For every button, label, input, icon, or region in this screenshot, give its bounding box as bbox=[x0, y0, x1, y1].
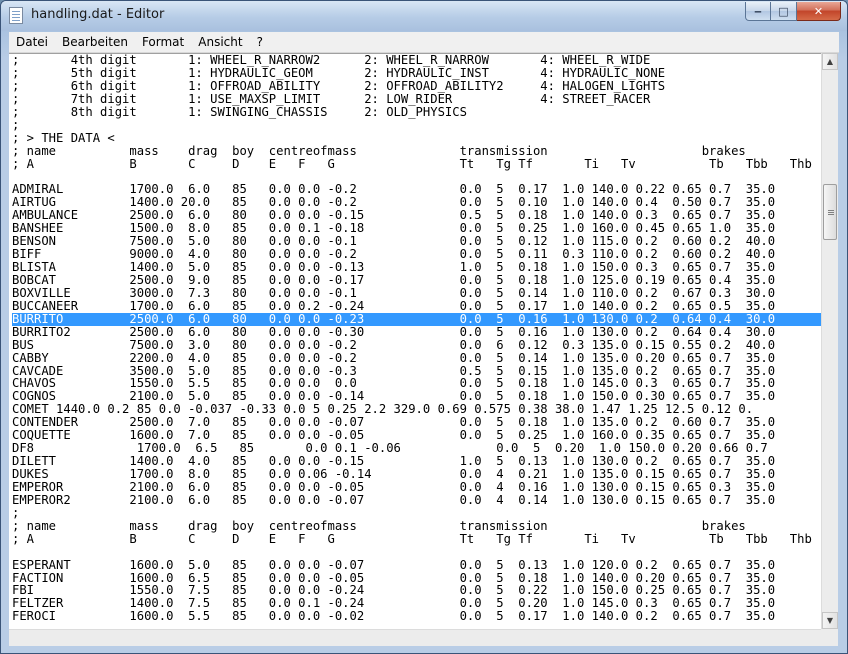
menu-ansicht[interactable]: Ansicht bbox=[191, 35, 249, 49]
text-line[interactable]: ; bbox=[12, 506, 821, 520]
text-line[interactable]: ; 6th digit 1: OFFROAD_ABILITY 2: OFFROA… bbox=[12, 79, 821, 93]
notepad-icon[interactable] bbox=[9, 7, 23, 24]
text-line[interactable]: CABBY 2200.0 4.0 85 0.0 0.0 -0.2 0.0 5 0… bbox=[12, 351, 821, 365]
scrollbar-corner bbox=[821, 629, 838, 646]
text-line[interactable] bbox=[12, 546, 821, 559]
maximize-icon: □ bbox=[778, 4, 789, 18]
text-line[interactable]: ESPERANT 1600.0 5.0 85 0.0 0.0 -0.07 0.0… bbox=[12, 558, 821, 572]
text-line[interactable]: ; name mass drag boy centreofmass transm… bbox=[12, 519, 821, 533]
menu-bearbeiten[interactable]: Bearbeiten bbox=[55, 35, 135, 49]
editor-window: handling.dat - Editor ‒ □ ✕ Datei Bearbe… bbox=[0, 0, 848, 654]
text-line[interactable]: BURRITO2 2500.0 6.0 80 0.0 0.0 -0.30 0.0… bbox=[12, 325, 821, 339]
menu-help[interactable]: ? bbox=[250, 35, 270, 49]
close-button[interactable]: ✕ bbox=[797, 2, 841, 21]
text-line[interactable]: ; A B C D E F G Tt Tg Tf Ti Tv Tb Tbb Th… bbox=[12, 532, 821, 546]
text-line[interactable]: BOBCAT 2500.0 9.0 85 0.0 0.0 -0.17 0.0 5… bbox=[12, 273, 821, 287]
text-line[interactable]: ; A B C D E F G Tt Tg Tf Ti Tv Tb Tbb Th… bbox=[12, 157, 821, 171]
menu-format[interactable]: Format bbox=[135, 35, 191, 49]
text-line[interactable]: ; 5th digit 1: HYDRAULIC_GEOM 2: HYDRAUL… bbox=[12, 66, 821, 80]
grip-icon bbox=[828, 210, 834, 211]
scroll-down-icon: ▼ bbox=[826, 616, 834, 625]
text-editor-area[interactable]: ; 4th digit 1: WHEEL_R_NARROW2 2: WHEEL_… bbox=[9, 53, 821, 630]
caption-buttons: ‒ □ ✕ bbox=[745, 2, 841, 22]
text-line-selected[interactable]: BURRITO 2500.0 6.0 80 0.0 0.0 -0.23 0.0 … bbox=[12, 312, 821, 326]
menu-bar: Datei Bearbeiten Format Ansicht ? bbox=[9, 32, 839, 53]
scroll-thumb[interactable] bbox=[823, 184, 837, 240]
text-line[interactable]: ; 7th digit 1: USE_MAXSP_LIMIT 2: LOW_RI… bbox=[12, 92, 821, 106]
vertical-scrollbar[interactable]: ▲ ▼ bbox=[821, 53, 838, 629]
window-title: handling.dat - Editor bbox=[31, 7, 165, 22]
text-line[interactable]: ; bbox=[12, 118, 821, 132]
maximize-button[interactable]: □ bbox=[771, 2, 797, 21]
text-line[interactable]: EMPEROR2 2100.0 6.0 85 0.0 0.0 -0.07 0.0… bbox=[12, 493, 821, 507]
minimize-button[interactable]: ‒ bbox=[745, 2, 771, 21]
scroll-up-button[interactable]: ▲ bbox=[822, 53, 838, 70]
text-line[interactable]: FEROCI 1600.0 5.5 85 0.0 0.0 -0.02 0.0 5… bbox=[12, 610, 821, 623]
minimize-icon: ‒ bbox=[754, 4, 762, 18]
scroll-up-icon: ▲ bbox=[826, 57, 834, 66]
close-icon: ✕ bbox=[813, 4, 824, 18]
text-line[interactable]: ; 8th digit 1: SWINGING_CHASSIS 2: OLD_P… bbox=[12, 105, 821, 119]
title-bar[interactable]: handling.dat - Editor ‒ □ ✕ bbox=[1, 1, 847, 31]
text-line[interactable]: BUCCANEER 1700.0 6.0 85 0.0 0.2 -0.24 0.… bbox=[12, 299, 821, 313]
text-line[interactable]: BOXVILLE 3000.0 7.3 80 0.0 0.0 -0.1 0.0 … bbox=[12, 286, 821, 300]
text-line[interactable]: ; 4th digit 1: WHEEL_R_NARROW2 2: WHEEL_… bbox=[12, 54, 821, 67]
menu-datei[interactable]: Datei bbox=[9, 35, 55, 49]
text-line[interactable]: BLISTA 1400.0 5.0 85 0.0 0.0 -0.13 1.0 5… bbox=[12, 261, 821, 274]
text-line[interactable]: ; name mass drag boy centreofmass transm… bbox=[12, 144, 821, 158]
text-line[interactable]: EMPEROR 2100.0 6.0 85 0.0 0.0 -0.05 0.0 … bbox=[12, 480, 821, 494]
text-line[interactable]: BUS 7500.0 3.0 80 0.0 0.0 -0.2 0.0 6 0.1… bbox=[12, 338, 821, 352]
horizontal-scrollbar[interactable] bbox=[9, 629, 821, 646]
text-line[interactable]: DUKES 1700.0 8.0 85 0.0 0.06 -0.14 0.0 4… bbox=[12, 468, 821, 481]
text-line[interactable]: ; > THE DATA < bbox=[12, 131, 821, 145]
scroll-down-button[interactable]: ▼ bbox=[822, 612, 838, 629]
editor-text[interactable]: ; 4th digit 1: WHEEL_R_NARROW2 2: WHEEL_… bbox=[9, 54, 821, 623]
